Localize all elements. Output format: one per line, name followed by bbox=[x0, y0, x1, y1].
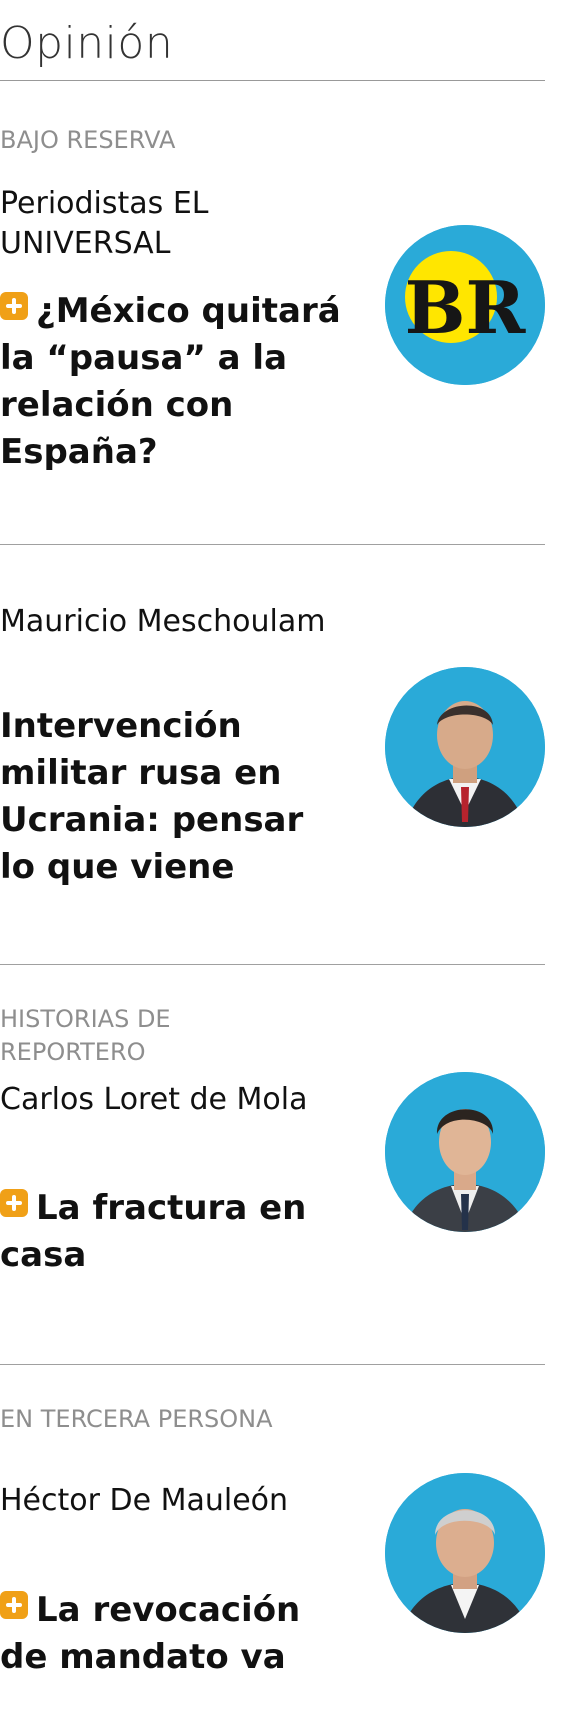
author-photo-icon bbox=[385, 1072, 545, 1232]
headline-link[interactable]: ¿México quitará la “pausa” a la relación… bbox=[0, 288, 350, 476]
premium-plus-icon bbox=[0, 292, 28, 320]
author-avatar[interactable] bbox=[385, 1072, 545, 1232]
headline-text: La revocación de mandato va bbox=[0, 1590, 301, 1677]
headline-link[interactable]: Intervención militar rusa en Ucrania: pe… bbox=[0, 703, 350, 891]
author-photo-icon bbox=[385, 1473, 545, 1633]
column-name: EN TERCERA PERSONA bbox=[0, 1405, 273, 1433]
headline-link[interactable]: La fractura en casa bbox=[0, 1185, 350, 1279]
br-logo-icon: BR bbox=[385, 225, 545, 385]
headline-text: ¿México quitará la “pausa” a la relación… bbox=[0, 291, 341, 472]
column-name: BAJO RESERVA bbox=[0, 126, 176, 154]
headline-text: Intervención militar rusa en Ucrania: pe… bbox=[0, 706, 304, 887]
author-photo-icon bbox=[385, 667, 545, 827]
headline-link[interactable]: La revocación de mandato va bbox=[0, 1587, 350, 1681]
headline-text: La fractura en casa bbox=[0, 1188, 307, 1275]
premium-plus-icon bbox=[0, 1591, 28, 1619]
author-link[interactable]: Mauricio Meschoulam bbox=[0, 602, 330, 642]
opinion-card: BAJO RESERVA Periodistas EL UNIVERSAL ¿M… bbox=[0, 80, 545, 545]
column-name: HISTORIAS DE REPORTERO bbox=[0, 1005, 171, 1066]
opinion-card: EN TERCERA PERSONA Héctor De Mauleón La … bbox=[0, 1365, 545, 1726]
opinion-card: HISTORIAS DE REPORTERO Carlos Loret de M… bbox=[0, 965, 545, 1365]
section-title: Opinión bbox=[0, 18, 174, 69]
opinion-card: Mauricio Meschoulam Intervención militar… bbox=[0, 545, 545, 965]
author-link[interactable]: Carlos Loret de Mola bbox=[0, 1080, 330, 1120]
author-link[interactable]: Periodistas EL UNIVERSAL bbox=[0, 184, 330, 264]
opinion-header: Opinión bbox=[0, 0, 545, 81]
br-logo-text: BR bbox=[405, 265, 527, 350]
author-avatar[interactable] bbox=[385, 1473, 545, 1633]
column-logo-avatar[interactable]: BR bbox=[385, 225, 545, 385]
author-avatar[interactable] bbox=[385, 667, 545, 827]
author-link[interactable]: Héctor De Mauleón bbox=[0, 1481, 330, 1521]
premium-plus-icon bbox=[0, 1189, 28, 1217]
